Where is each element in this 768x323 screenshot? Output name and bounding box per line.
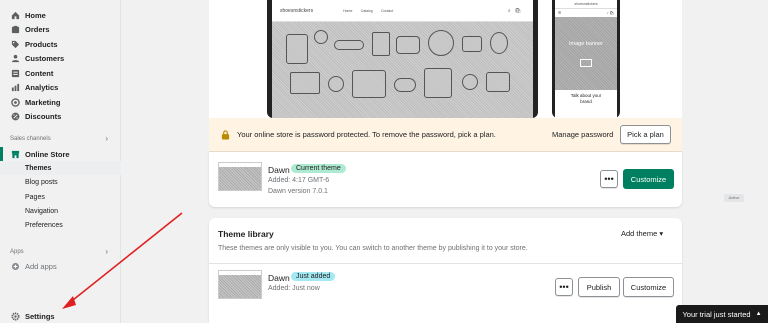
manage-password-button[interactable]: Manage password bbox=[552, 130, 613, 139]
trial-text: Your trial just started bbox=[682, 309, 751, 319]
chevron-right-icon[interactable]: › bbox=[105, 247, 108, 256]
password-banner: Your online store is password protected.… bbox=[209, 118, 682, 152]
pick-a-plan-button[interactable]: Pick a plan bbox=[620, 125, 671, 144]
sidebar-item-label: Online Store bbox=[25, 149, 70, 159]
sidebar-subitem-blog-posts[interactable]: Blog posts bbox=[0, 175, 121, 189]
mobile-talk-text: Talk about your brand bbox=[555, 93, 617, 105]
add-apps-label: Add apps bbox=[25, 261, 57, 271]
banner-button bbox=[579, 58, 593, 67]
theme-added-time: Added: 4:17 GMT-6 bbox=[268, 177, 330, 184]
theme-thumbnail bbox=[218, 270, 262, 299]
theme-library-card: Theme library These themes are only visi… bbox=[209, 218, 682, 323]
sidebar-item-analytics[interactable]: Analytics bbox=[0, 80, 121, 94]
sidebar-item-settings[interactable]: Settings bbox=[0, 309, 121, 323]
sidebar-item-customers[interactable]: Customers bbox=[0, 51, 121, 65]
sidebar-item-discounts[interactable]: Discounts bbox=[0, 109, 121, 123]
current-theme-card: Dawn Current theme Added: 4:17 GMT-6 Daw… bbox=[209, 152, 682, 207]
theme-thumbnail bbox=[218, 162, 262, 191]
marketing-icon bbox=[11, 97, 20, 107]
publish-button[interactable]: Publish bbox=[578, 277, 620, 297]
preview-menu-item: Contact bbox=[381, 9, 394, 13]
more-actions-button[interactable]: ••• bbox=[600, 170, 618, 188]
sidebar-subitem-preferences[interactable]: Preferences bbox=[0, 218, 121, 232]
status-badge: Active bbox=[724, 194, 744, 202]
sidebar-item-label: Analytics bbox=[25, 82, 59, 92]
preview-brand: shoesnstickers bbox=[280, 7, 314, 14]
theme-preview: shoesnstickers Home Catalog Contact ⌕🛍 s… bbox=[209, 0, 682, 118]
home-icon bbox=[11, 11, 20, 20]
plus-icon bbox=[11, 262, 20, 271]
sidebar-item-label: Settings bbox=[25, 311, 55, 321]
sidebar-item-label: Marketing bbox=[25, 97, 61, 107]
sidebar-subitem-pages[interactable]: Pages bbox=[0, 190, 121, 204]
talk-line: brand bbox=[580, 99, 592, 104]
trial-banner[interactable]: Your trial just started ▲ bbox=[676, 305, 768, 323]
sidebar-item-label: Home bbox=[25, 10, 46, 20]
sidebar-item-online-store[interactable]: Online Store bbox=[0, 147, 121, 161]
customize-button[interactable]: Customize bbox=[623, 169, 674, 189]
mobile-image-banner: Image banner bbox=[555, 17, 617, 90]
sidebar-item-label: Customers bbox=[25, 53, 65, 63]
content-icon bbox=[11, 69, 20, 78]
lock-icon bbox=[221, 130, 230, 140]
theme-name: Dawn bbox=[268, 165, 290, 175]
sidebar-item-orders[interactable]: Orders bbox=[0, 22, 121, 36]
store-icon bbox=[11, 150, 20, 159]
gear-icon bbox=[11, 311, 20, 321]
caret-up-icon: ▲ bbox=[755, 311, 762, 317]
sidebar-item-label: Orders bbox=[25, 24, 50, 34]
theme-library-description: These themes are only visible to you. Yo… bbox=[218, 245, 528, 252]
mobile-preview: shoesnstickers ☰ ⌕ 🛍 Image banner Talk ab… bbox=[552, 0, 620, 118]
sidebar-item-marketing[interactable]: Marketing bbox=[0, 95, 121, 109]
sidebar-subitem-themes[interactable]: Themes bbox=[0, 161, 121, 175]
theme-library-title: Theme library bbox=[218, 229, 274, 239]
banner-title: Image banner bbox=[569, 40, 603, 47]
mobile-preview-bar: ☰ ⌕ 🛍 bbox=[558, 11, 614, 15]
theme-added-time: Added: Just now bbox=[268, 285, 320, 292]
theme-version: Dawn version 7.0.1 bbox=[268, 188, 328, 195]
more-actions-button[interactable]: ••• bbox=[555, 278, 573, 296]
chevron-right-icon[interactable]: › bbox=[105, 134, 108, 143]
sidebar-item-label: Products bbox=[25, 39, 58, 49]
banner-subtitle bbox=[586, 50, 587, 54]
preview-menu-item: Catalog bbox=[360, 9, 373, 13]
caret-down-icon: ▾ bbox=[659, 229, 664, 238]
sidebar-item-label: Content bbox=[25, 68, 54, 78]
orders-icon bbox=[11, 25, 20, 34]
tag-icon bbox=[11, 40, 20, 49]
current-theme-badge: Current theme bbox=[291, 164, 346, 173]
sidebar-item-products[interactable]: Products bbox=[0, 37, 121, 51]
apps-label: Apps bbox=[10, 249, 24, 255]
add-theme-button[interactable]: Add theme ▾ bbox=[621, 229, 663, 238]
discount-icon bbox=[11, 112, 20, 121]
mobile-preview-header: shoesnstickers bbox=[555, 0, 617, 9]
preview-menu-item: Home bbox=[343, 9, 353, 13]
theme-name: Dawn bbox=[268, 273, 290, 283]
analytics-icon bbox=[11, 83, 20, 92]
divider bbox=[209, 263, 682, 264]
sidebar: Home Orders Products Customers Content A… bbox=[0, 0, 121, 323]
just-added-badge: Just added bbox=[291, 272, 336, 281]
sales-channels-label: Sales channels bbox=[10, 136, 51, 142]
sidebar-item-label: Discounts bbox=[25, 111, 62, 121]
password-banner-text: Your online store is password protected.… bbox=[237, 130, 496, 139]
add-apps-button[interactable]: Add apps bbox=[0, 259, 121, 273]
main-content: shoesnstickers Home Catalog Contact ⌕🛍 s… bbox=[121, 0, 768, 323]
person-icon bbox=[11, 54, 20, 63]
preview-hero-image bbox=[272, 22, 533, 118]
sidebar-item-home[interactable]: Home bbox=[0, 8, 121, 22]
desktop-preview: shoesnstickers Home Catalog Contact ⌕🛍 bbox=[267, 0, 538, 118]
sidebar-item-content[interactable]: Content bbox=[0, 66, 121, 80]
customize-button[interactable]: Customize bbox=[623, 277, 674, 297]
sidebar-subitem-navigation[interactable]: Navigation bbox=[0, 204, 121, 218]
add-theme-label: Add theme bbox=[621, 229, 658, 238]
preview-tools-icons: ⌕🛍 bbox=[507, 7, 525, 14]
